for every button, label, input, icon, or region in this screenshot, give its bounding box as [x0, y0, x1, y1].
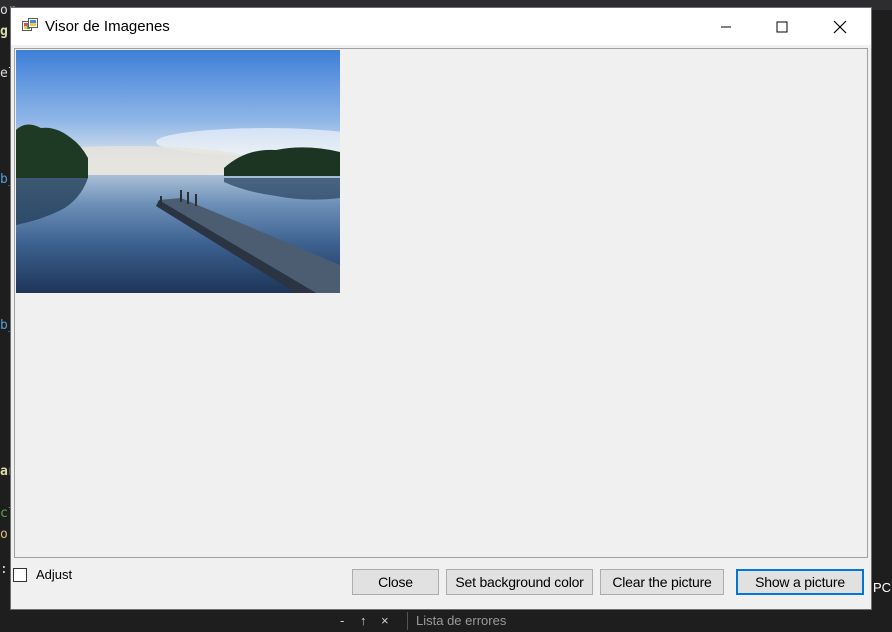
- show-picture-button[interactable]: Show a picture: [736, 569, 864, 595]
- lake-pier-photo: [16, 50, 340, 293]
- maximize-icon: [776, 21, 788, 32]
- tab-error-list[interactable]: Lista de errores: [416, 613, 506, 628]
- divider: [407, 612, 408, 630]
- ide-code-fragment: g: [0, 24, 8, 39]
- maximize-button[interactable]: [759, 8, 805, 45]
- visor-window: Visor de Imagenes Adjust Close Set backg…: [10, 7, 872, 610]
- ide-status-fragment: PC: [873, 580, 892, 595]
- panel-pin-icon[interactable]: ↑: [360, 613, 367, 628]
- minimize-button[interactable]: [703, 8, 749, 45]
- ide-code-fragment: :: [0, 562, 8, 577]
- close-window-button[interactable]: [817, 8, 863, 45]
- panel-minimize-icon[interactable]: -: [340, 613, 344, 628]
- minimize-icon: [721, 26, 731, 27]
- adjust-checkbox[interactable]: [13, 567, 27, 582]
- adjust-checkbox-group[interactable]: Adjust: [13, 567, 72, 582]
- window-title: Visor de Imagenes: [45, 18, 170, 35]
- app-icon: [22, 18, 38, 34]
- clear-picture-button[interactable]: Clear the picture: [600, 569, 724, 595]
- close-icon: [833, 20, 847, 33]
- adjust-label: Adjust: [36, 567, 73, 582]
- panel-close-icon[interactable]: ×: [381, 613, 389, 628]
- set-background-color-button[interactable]: Set background color: [446, 569, 593, 595]
- title-bar[interactable]: Visor de Imagenes: [11, 8, 871, 45]
- ide-bottom-panel: - ↑ × Lista de errores: [0, 610, 892, 632]
- ide-code-fragment: o: [0, 527, 8, 542]
- picture-box: [14, 48, 868, 558]
- close-button[interactable]: Close: [352, 569, 439, 595]
